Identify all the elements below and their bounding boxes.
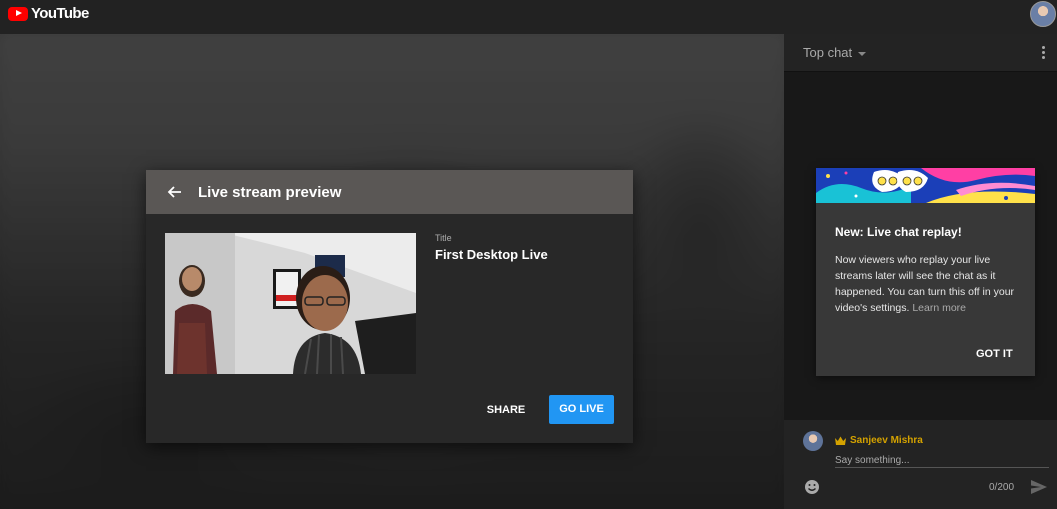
character-counter: 0/200: [989, 482, 1015, 493]
chat-replay-promo-card: New: Live chat replay! Now viewers who r…: [816, 168, 1035, 376]
youtube-play-icon: [8, 6, 28, 21]
more-options-icon[interactable]: [1040, 46, 1046, 62]
live-chat-panel: Top chat New: Live chat replay! Now view…: [784, 34, 1057, 509]
stream-title-value: First Desktop Live: [435, 247, 548, 262]
dialog-title: Live stream preview: [198, 183, 342, 201]
send-icon[interactable]: [1030, 478, 1048, 496]
chat-mode-dropdown[interactable]: Top chat: [803, 45, 867, 60]
share-button[interactable]: SHARE: [477, 395, 535, 425]
title-label: Title: [435, 233, 452, 243]
learn-more-link[interactable]: Learn more: [912, 302, 966, 314]
dialog-header: Live stream preview: [146, 170, 633, 214]
promo-banner-illustration: [816, 168, 1035, 203]
chat-message-input[interactable]: [835, 453, 1049, 468]
stream-thumbnail: [165, 233, 416, 374]
owner-crown-icon: [835, 436, 846, 445]
emoji-icon[interactable]: [804, 479, 820, 495]
promo-title: New: Live chat replay!: [835, 225, 962, 239]
chat-composer: Sanjeev Mishra 0/200: [784, 420, 1057, 509]
back-arrow-icon[interactable]: [164, 182, 184, 202]
composer-username: Sanjeev Mishra: [835, 435, 923, 446]
live-stream-preview-dialog: Live stream preview Title First Desktop …: [146, 170, 633, 443]
got-it-button[interactable]: GOT IT: [976, 348, 1013, 360]
video-stage: Live stream preview Title First Desktop …: [0, 34, 784, 509]
user-avatar: [803, 431, 823, 451]
caret-down-icon: [858, 51, 867, 56]
account-avatar[interactable]: [1030, 1, 1056, 27]
top-bar: YouTube: [0, 0, 1057, 34]
chat-header: Top chat: [784, 34, 1057, 72]
logo-text: YouTube: [31, 5, 89, 22]
username-text: Sanjeev Mishra: [850, 435, 923, 446]
chat-mode-label: Top chat: [803, 45, 853, 60]
go-live-button[interactable]: GO LIVE: [549, 395, 614, 424]
youtube-logo[interactable]: YouTube: [8, 5, 89, 22]
promo-body: Now viewers who replay your live streams…: [835, 252, 1015, 316]
